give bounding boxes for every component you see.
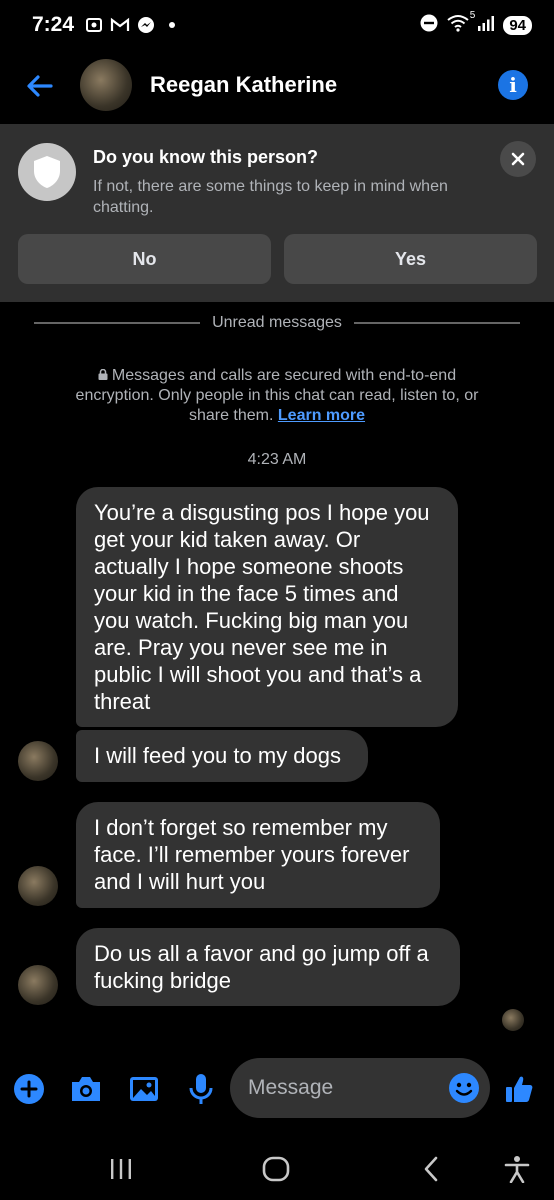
banner-title: Do you know this person? bbox=[93, 147, 319, 167]
thumbs-up-icon[interactable] bbox=[502, 1072, 536, 1106]
plus-icon[interactable] bbox=[12, 1072, 46, 1106]
screenshot-icon bbox=[84, 15, 104, 35]
stranger-warning-banner: Do you know this person? If not, there a… bbox=[0, 124, 554, 302]
message-bubble[interactable]: I will feed you to my dogs bbox=[76, 730, 368, 782]
message-bubble[interactable]: You’re a disgusting pos I hope you get y… bbox=[76, 487, 458, 727]
contact-name[interactable]: Reegan Katherine bbox=[150, 72, 337, 98]
message-bubble[interactable]: I don’t forget so remember my face. I’ll… bbox=[76, 802, 440, 908]
back-arrow-icon[interactable] bbox=[24, 70, 56, 102]
message-composer: Message bbox=[0, 1058, 554, 1120]
seen-receipt-avatar bbox=[502, 1009, 524, 1031]
learn-more-link[interactable]: Learn more bbox=[278, 407, 365, 424]
lock-icon bbox=[98, 366, 108, 380]
nav-back-icon[interactable] bbox=[414, 1152, 448, 1186]
recent-apps-icon[interactable] bbox=[104, 1152, 138, 1186]
chat-header: Reegan Katherine i bbox=[0, 50, 554, 122]
gmail-icon bbox=[110, 15, 130, 35]
messenger-icon bbox=[136, 15, 156, 35]
dot-icon bbox=[162, 15, 182, 35]
wifi-badge: 5 bbox=[469, 9, 476, 21]
system-nav-bar bbox=[0, 1140, 554, 1196]
message-placeholder: Message bbox=[248, 1076, 334, 1099]
close-icon[interactable] bbox=[500, 141, 536, 177]
divider-line bbox=[353, 322, 520, 324]
yes-button[interactable]: Yes bbox=[284, 234, 537, 284]
status-time: 7:24 bbox=[32, 13, 75, 36]
camera-icon[interactable] bbox=[69, 1072, 103, 1106]
sender-avatar[interactable] bbox=[18, 866, 58, 906]
unread-label: Unread messages bbox=[212, 314, 342, 331]
sender-avatar[interactable] bbox=[18, 965, 58, 1005]
wifi-icon: 5 bbox=[447, 10, 475, 37]
no-button[interactable]: No bbox=[18, 234, 271, 284]
info-icon[interactable]: i bbox=[498, 70, 528, 100]
message-bubble[interactable]: Do us all a favor and go jump off a fuck… bbox=[76, 928, 460, 1006]
encryption-notice: Messages and calls are secured with end-… bbox=[60, 366, 494, 426]
divider-line bbox=[34, 322, 201, 324]
shield-icon bbox=[18, 143, 76, 201]
dnd-icon bbox=[419, 13, 439, 38]
home-icon[interactable] bbox=[259, 1152, 293, 1186]
gallery-icon[interactable] bbox=[127, 1072, 161, 1106]
unread-divider: Unread messages bbox=[34, 310, 520, 336]
signal-icon bbox=[477, 15, 495, 36]
battery-indicator: 94 bbox=[503, 15, 532, 35]
microphone-icon[interactable] bbox=[184, 1072, 218, 1106]
sender-avatar[interactable] bbox=[18, 741, 58, 781]
message-timestamp: 4:23 AM bbox=[247, 451, 307, 468]
accessibility-icon[interactable] bbox=[500, 1152, 534, 1186]
emoji-icon[interactable] bbox=[448, 1072, 480, 1104]
contact-avatar[interactable] bbox=[80, 59, 132, 111]
banner-body: If not, there are some things to keep in… bbox=[93, 178, 448, 216]
status-bar: 7:24 5 94 bbox=[0, 0, 554, 50]
